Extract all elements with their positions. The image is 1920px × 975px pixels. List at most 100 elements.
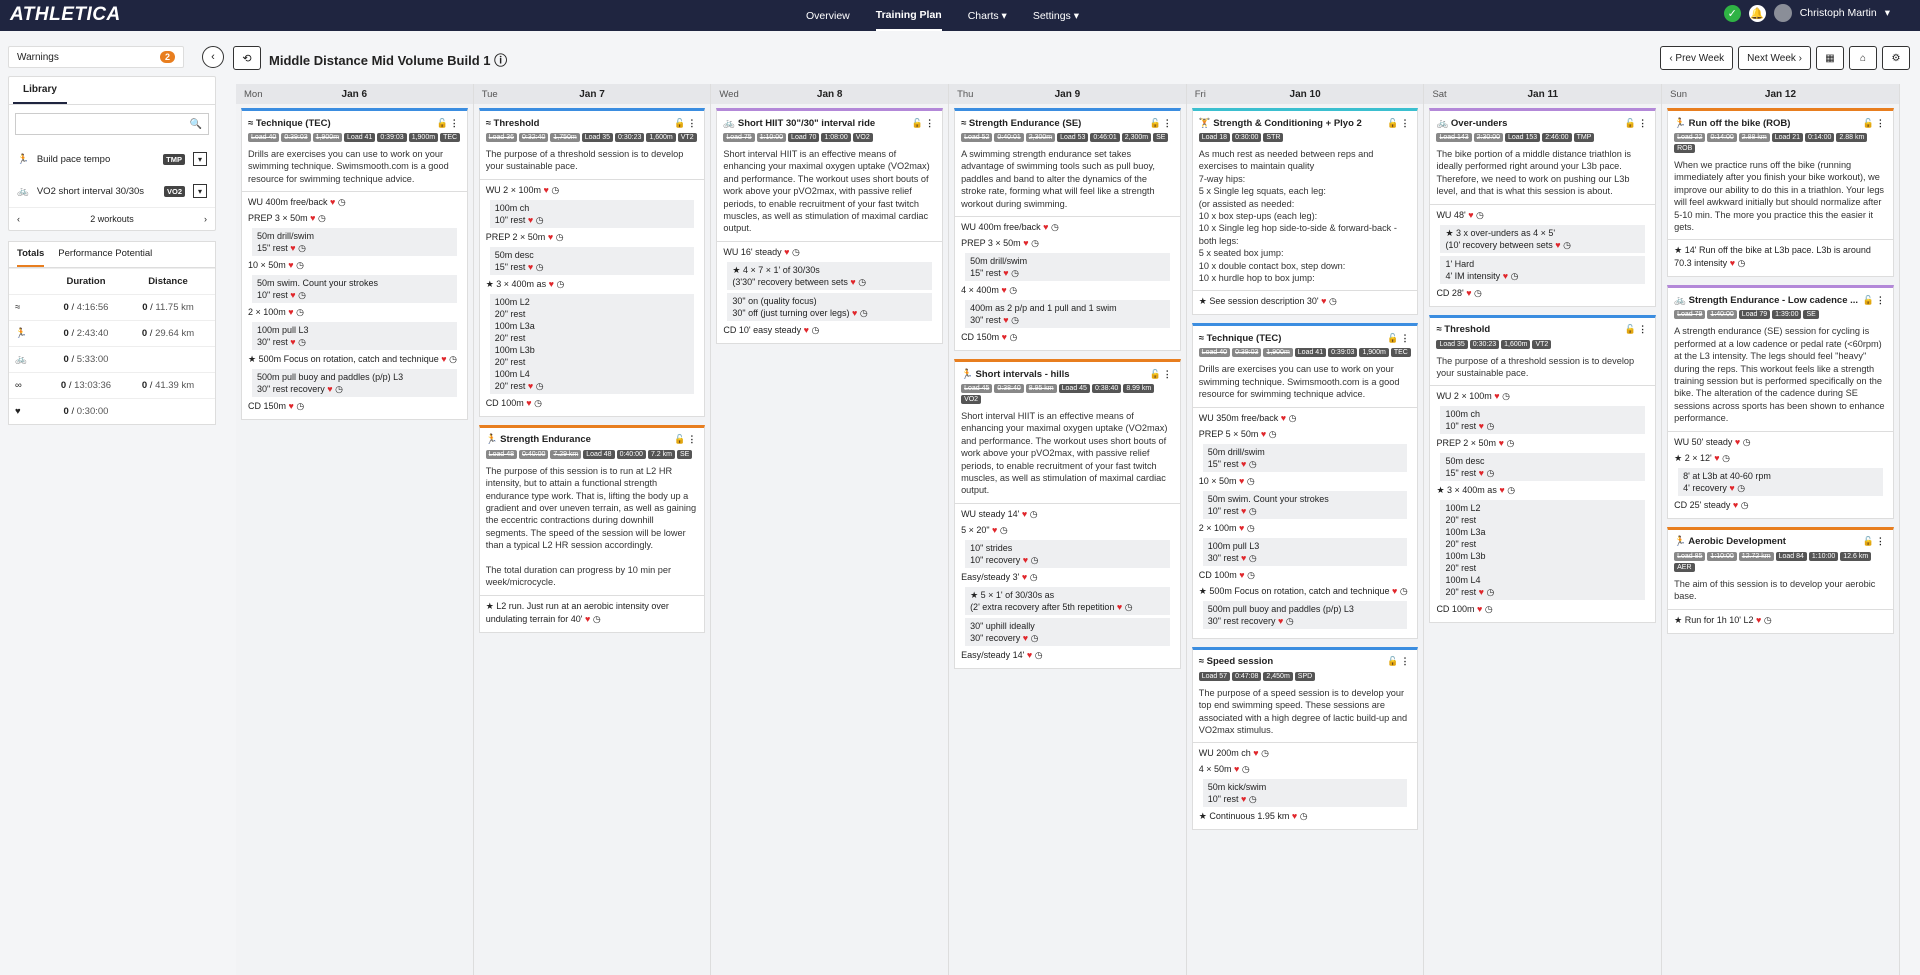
heart-icon[interactable]: ♥ bbox=[1043, 222, 1048, 232]
heart-icon[interactable]: ♥ bbox=[1466, 288, 1471, 298]
lock-icon[interactable]: 🔓 bbox=[1625, 324, 1638, 334]
heart-icon[interactable]: ♥ bbox=[1241, 794, 1246, 804]
heart-icon[interactable]: ♥ bbox=[1003, 315, 1008, 325]
heart-icon[interactable]: ♥ bbox=[327, 384, 332, 394]
heart-icon[interactable]: ♥ bbox=[528, 215, 533, 225]
workout-card[interactable]: 🏋 Strength & Conditioning + Plyo 2 🔓⋮ Loa… bbox=[1191, 108, 1419, 316]
kebab-menu-icon[interactable]: ⋮ bbox=[450, 118, 461, 128]
heart-icon[interactable]: ♥ bbox=[1022, 509, 1027, 519]
warnings-panel[interactable]: Warnings 2 bbox=[8, 46, 184, 68]
gear-icon[interactable]: ⚙ bbox=[1882, 46, 1910, 70]
heart-icon[interactable]: ♥ bbox=[850, 277, 855, 287]
heart-icon[interactable]: ♥ bbox=[1494, 391, 1499, 401]
heart-icon[interactable]: ♥ bbox=[1241, 506, 1246, 516]
workout-card[interactable]: ≈ Technique (TEC) 🔓⋮ Load 40 0:39:03 1,900m… bbox=[1191, 323, 1419, 639]
avatar[interactable] bbox=[1773, 4, 1792, 22]
heart-icon[interactable]: ♥ bbox=[288, 307, 293, 317]
heart-icon[interactable]: ♥ bbox=[992, 525, 997, 535]
heart-icon[interactable]: ♥ bbox=[290, 243, 295, 253]
lock-icon[interactable]: 🔓 bbox=[1150, 369, 1163, 379]
workout-card[interactable]: 🚲 Strength Endurance - Low cadence ... 🔓⋮… bbox=[1667, 285, 1894, 519]
heart-icon[interactable]: ♥ bbox=[1714, 453, 1719, 463]
heart-icon[interactable]: ♥ bbox=[1477, 604, 1482, 614]
kebab-menu-icon[interactable]: ⋮ bbox=[1876, 118, 1887, 128]
lock-icon[interactable]: 🔓 bbox=[674, 434, 687, 444]
heart-icon[interactable]: ♥ bbox=[1733, 500, 1738, 510]
heart-icon[interactable]: ♥ bbox=[1239, 523, 1244, 533]
nav-training-plan[interactable]: Training Plan bbox=[875, 1, 942, 31]
heart-icon[interactable]: ♥ bbox=[1479, 421, 1484, 431]
chevron-down-icon[interactable]: ▾ bbox=[1885, 7, 1890, 19]
nav-overview[interactable]: Overview bbox=[806, 10, 850, 22]
workout-card[interactable]: ≈ Technique (TEC) 🔓⋮ Load 40 0:39:03 1,900m… bbox=[241, 108, 468, 421]
heart-icon[interactable]: ♥ bbox=[1730, 258, 1735, 268]
heart-icon[interactable]: ♥ bbox=[1503, 271, 1508, 281]
heart-icon[interactable]: ♥ bbox=[1292, 811, 1297, 821]
search-icon[interactable]: 🔍 bbox=[190, 119, 202, 130]
heart-icon[interactable]: ♥ bbox=[1321, 296, 1326, 306]
heart-icon[interactable]: ♥ bbox=[543, 185, 548, 195]
chevron-down-icon[interactable]: ▾ bbox=[193, 184, 207, 198]
history-button[interactable]: ⟲ bbox=[233, 46, 261, 70]
heart-icon[interactable]: ♥ bbox=[1239, 570, 1244, 580]
heart-icon[interactable]: ♥ bbox=[1392, 586, 1397, 596]
workout-card[interactable]: 🏃 Run off the bike (ROB) 🔓⋮ Load 22 0:14:0… bbox=[1667, 108, 1894, 278]
heart-icon[interactable]: ♥ bbox=[290, 290, 295, 300]
kebab-menu-icon[interactable]: ⋮ bbox=[1876, 536, 1887, 546]
heart-icon[interactable]: ♥ bbox=[1002, 332, 1007, 342]
lock-icon[interactable]: 🔓 bbox=[674, 118, 687, 128]
lock-icon[interactable]: 🔓 bbox=[1387, 333, 1400, 343]
lock-icon[interactable]: 🔓 bbox=[1863, 536, 1876, 546]
library-search-input[interactable]: 🔍 bbox=[15, 113, 209, 135]
heart-icon[interactable]: ♥ bbox=[310, 213, 315, 223]
kebab-menu-icon[interactable]: ⋮ bbox=[1638, 118, 1649, 128]
workout-card[interactable]: 🏃 Aerobic Development 🔓⋮ Load 85 1:10:00 12… bbox=[1667, 526, 1894, 634]
heart-icon[interactable]: ♥ bbox=[1022, 572, 1027, 582]
library-item[interactable]: 🚲 VO2 short interval 30/30s VO2 ▾ bbox=[9, 175, 215, 207]
heart-icon[interactable]: ♥ bbox=[1234, 764, 1239, 774]
heart-icon[interactable]: ♥ bbox=[528, 262, 533, 272]
kebab-menu-icon[interactable]: ⋮ bbox=[925, 118, 936, 128]
heart-icon[interactable]: ♥ bbox=[289, 401, 294, 411]
kebab-menu-icon[interactable]: ⋮ bbox=[1163, 369, 1174, 379]
workout-card[interactable]: 🏃 Short intervals - hills 🔓⋮ Load 45 0:38:… bbox=[954, 359, 1181, 669]
heart-icon[interactable]: ♥ bbox=[1735, 437, 1740, 447]
chevron-right-icon[interactable]: › bbox=[204, 214, 207, 224]
lock-icon[interactable]: 🔓 bbox=[1387, 656, 1400, 666]
tab-library[interactable]: Library bbox=[13, 77, 67, 104]
kebab-menu-icon[interactable]: ⋮ bbox=[1163, 118, 1174, 128]
kebab-menu-icon[interactable]: ⋮ bbox=[1638, 324, 1649, 334]
workout-card[interactable]: 🏃 Strength Endurance 🔓⋮ Load 48 0:40:00 7.2… bbox=[478, 424, 706, 633]
heart-icon[interactable]: ♥ bbox=[1468, 210, 1473, 220]
workout-card[interactable]: 🚲 Over-unders 🔓⋮ Load 143 2:30:00 Load 153 2… bbox=[1429, 108, 1657, 307]
calendar-icon[interactable]: ▦ bbox=[1816, 46, 1844, 70]
lock-icon[interactable]: 🔓 bbox=[1150, 118, 1163, 128]
tab-totals[interactable]: Totals bbox=[17, 248, 45, 267]
heart-icon[interactable]: ♥ bbox=[1241, 459, 1246, 469]
heart-icon[interactable]: ♥ bbox=[1479, 587, 1484, 597]
lock-icon[interactable]: 🔓 bbox=[1387, 118, 1400, 128]
heart-icon[interactable]: ♥ bbox=[852, 308, 857, 318]
heart-icon[interactable]: ♥ bbox=[1001, 285, 1006, 295]
heart-icon[interactable]: ♥ bbox=[1241, 553, 1246, 563]
lock-icon[interactable]: 🔓 bbox=[436, 118, 449, 128]
kebab-menu-icon[interactable]: ⋮ bbox=[1400, 333, 1411, 343]
chevron-left-icon[interactable]: ‹ bbox=[17, 214, 20, 224]
heart-icon[interactable]: ♥ bbox=[585, 614, 590, 624]
heart-icon[interactable]: ♥ bbox=[1003, 268, 1008, 278]
kebab-menu-icon[interactable]: ⋮ bbox=[1400, 118, 1411, 128]
heart-icon[interactable]: ♥ bbox=[528, 381, 533, 391]
lock-icon[interactable]: 🔓 bbox=[1625, 118, 1638, 128]
chevron-down-icon[interactable]: ▾ bbox=[193, 152, 207, 166]
workout-card[interactable]: ≈ Threshold 🔓⋮ Load 36 0:32:40 1,750m Load 3… bbox=[478, 108, 706, 417]
nav-settings[interactable]: Settings ▾ bbox=[1033, 10, 1079, 22]
prev-week-button[interactable]: ‹ Prev Week bbox=[1660, 46, 1734, 70]
workout-card[interactable]: ≈ Strength Endurance (SE) 🔓⋮ Load 52 0:40:… bbox=[954, 108, 1181, 352]
heart-icon[interactable]: ♥ bbox=[1499, 485, 1504, 495]
heart-icon[interactable]: ♥ bbox=[441, 354, 446, 364]
next-week-button[interactable]: Next Week › bbox=[1738, 46, 1811, 70]
lock-icon[interactable]: 🔓 bbox=[1863, 118, 1876, 128]
info-icon[interactable]: ⓘ bbox=[494, 53, 507, 68]
heart-icon[interactable]: ♥ bbox=[290, 337, 295, 347]
kebab-menu-icon[interactable]: ⋮ bbox=[687, 434, 698, 444]
